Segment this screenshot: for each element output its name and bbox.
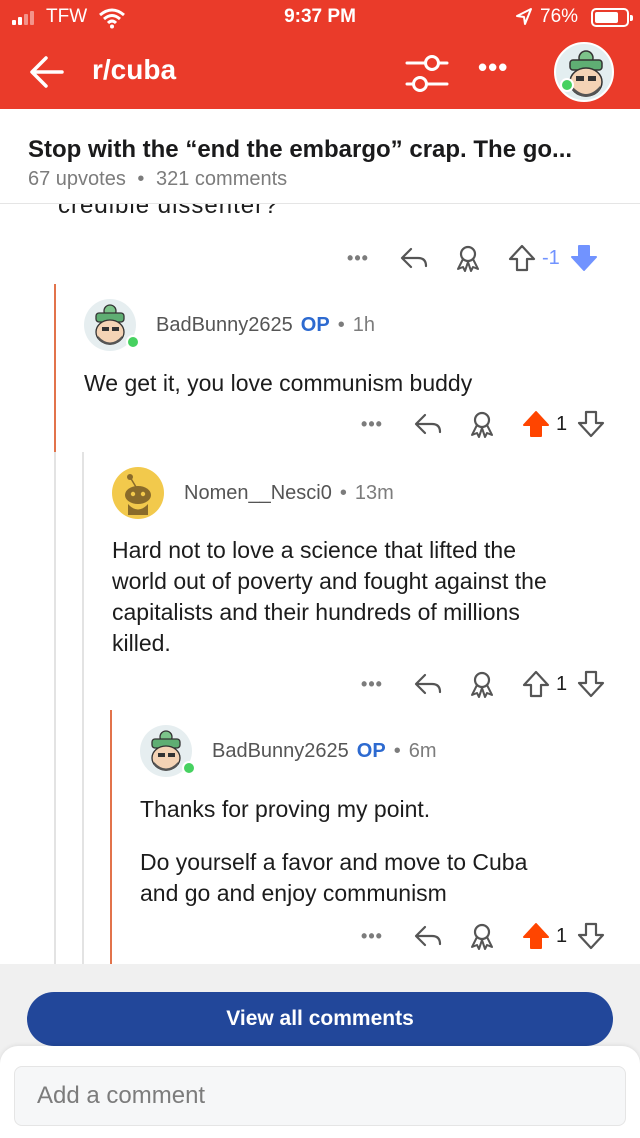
comment-body: Hard not to love a science that lifted t… [112, 535, 547, 659]
nav-bar: r/cuba ••• [0, 36, 640, 109]
online-status-dot [182, 761, 196, 775]
location-arrow-icon [516, 8, 532, 25]
comment-composer: Add a comment [0, 1046, 640, 1138]
reply-icon[interactable] [412, 920, 444, 952]
avatar[interactable] [140, 725, 196, 777]
avatar-snoo-icon [569, 50, 603, 97]
battery-icon [591, 8, 633, 27]
comment-header: BadBunny2625 OP • 1h [84, 299, 375, 351]
battery-percentage: 76% [540, 6, 579, 27]
vote-count: -1 [542, 246, 560, 269]
more-horizontal-icon[interactable]: ••• [478, 52, 508, 83]
op-badge: OP [356, 739, 386, 762]
status-bar: TFW 9:37 PM 76% [0, 0, 640, 36]
post-title[interactable]: Stop with the “end the embargo” crap. Th… [28, 136, 572, 164]
award-icon[interactable] [466, 920, 498, 952]
comment-author[interactable]: BadBunny2625 [212, 740, 349, 763]
comment-header: BadBunny2625 OP • 6m [140, 725, 437, 777]
award-icon[interactable] [452, 242, 484, 274]
more-options-button[interactable]: ••• [354, 674, 390, 695]
post-header[interactable]: Stop with the “end the embargo” crap. Th… [0, 109, 640, 204]
reply-icon[interactable] [412, 408, 444, 440]
thread-line[interactable] [54, 452, 56, 964]
meta-separator: • [337, 313, 345, 336]
op-badge: OP [300, 313, 330, 336]
comment-actions: ••• -1 [340, 240, 600, 276]
more-options-button[interactable]: ••• [340, 248, 376, 269]
comment-time: 13m [354, 481, 394, 504]
comment-actions: ••• 1 [354, 918, 607, 954]
comment-thread: credible dissenter? ••• -1 BadBunny2625 … [0, 204, 640, 964]
sliders-icon[interactable] [404, 54, 450, 94]
downvote-arrow-icon[interactable] [568, 242, 600, 274]
online-status-dot [126, 335, 140, 349]
comment-line: and go and enjoy communism [140, 880, 447, 906]
vote-count: 1 [556, 412, 568, 435]
comment-time: 6m [408, 739, 437, 762]
more-options-button[interactable]: ••• [354, 414, 390, 435]
vote-count: 1 [556, 672, 568, 695]
comment-actions: ••• 1 [354, 406, 607, 442]
comment-author[interactable]: Nomen__Nesci0 [184, 482, 332, 505]
comment-line: Hard not to love a science that lifted t… [112, 537, 517, 563]
meta-separator: • [393, 739, 401, 762]
comment-time: 1h [352, 313, 375, 336]
user-avatar[interactable] [554, 42, 614, 102]
app-header: TFW 9:37 PM 76% r/cuba ••• [0, 0, 640, 109]
view-all-comments-button[interactable]: View all comments [27, 992, 613, 1046]
comment-line: killed. [112, 630, 171, 656]
meta-separator: • [339, 481, 347, 504]
vote-count: 1 [556, 924, 568, 947]
thread-line[interactable] [110, 710, 112, 964]
upvote-arrow-icon[interactable] [506, 242, 538, 274]
cut-off-comment-text: credible dissenter? [58, 204, 279, 219]
thread-line[interactable] [82, 452, 84, 964]
comment-line: capitalists and their hundreds of millio… [112, 599, 520, 625]
avatar[interactable] [112, 467, 164, 519]
comment-actions: ••• 1 [354, 666, 607, 702]
comment-count: 321 comments [156, 168, 288, 190]
meta-separator: • [137, 168, 145, 190]
online-status-dot [560, 78, 574, 92]
award-icon[interactable] [466, 408, 498, 440]
award-icon[interactable] [466, 668, 498, 700]
subreddit-name[interactable]: r/cuba [92, 54, 176, 86]
comment-body: We get it, you love communism buddy [84, 370, 473, 396]
comment-body: Thanks for proving my point. Do yourself… [140, 794, 527, 909]
comment-line: world out of poverty and fought against … [112, 568, 547, 594]
upvote-arrow-icon[interactable] [520, 920, 552, 952]
back-arrow-icon[interactable] [28, 53, 66, 91]
reply-icon[interactable] [398, 242, 430, 274]
upvote-count: 67 upvotes [28, 168, 126, 190]
more-options-button[interactable]: ••• [354, 926, 390, 947]
comment-paragraph: Thanks for proving my point. [140, 796, 431, 822]
upvote-arrow-icon[interactable] [520, 668, 552, 700]
post-meta: 67 upvotes • 321 comments [28, 168, 287, 191]
comment-line: Do yourself a favor and move to Cuba [140, 849, 528, 875]
snoo-icon [125, 474, 151, 515]
downvote-arrow-icon[interactable] [575, 408, 607, 440]
add-comment-input[interactable]: Add a comment [14, 1066, 626, 1126]
avatar[interactable] [84, 299, 140, 351]
downvote-arrow-icon[interactable] [575, 920, 607, 952]
downvote-arrow-icon[interactable] [575, 668, 607, 700]
upvote-arrow-icon[interactable] [520, 408, 552, 440]
comment-author[interactable]: BadBunny2625 [156, 314, 293, 337]
thread-line[interactable] [54, 284, 56, 452]
reply-icon[interactable] [412, 668, 444, 700]
comment-header: Nomen__Nesci0 • 13m [112, 467, 394, 519]
